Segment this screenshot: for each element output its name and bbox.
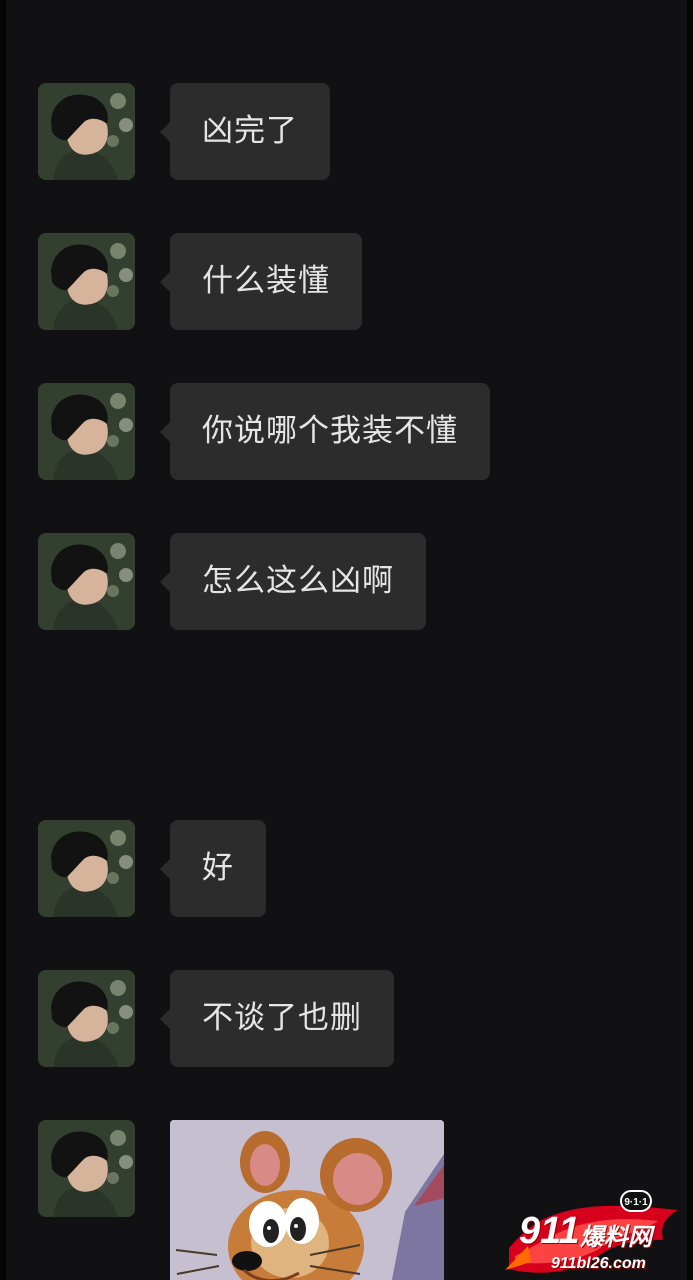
message-bubble[interactable]: 好 bbox=[160, 820, 266, 917]
contact-avatar[interactable] bbox=[38, 383, 135, 480]
sticker-image-message[interactable] bbox=[170, 1120, 444, 1280]
chat-screen: 凶完了 什么装懂 你说哪个我装不懂 怎么这么凶啊 好 不谈了也删 9·1·1 9… bbox=[0, 0, 693, 1280]
contact-avatar[interactable] bbox=[38, 970, 135, 1067]
contact-avatar[interactable] bbox=[38, 1120, 135, 1217]
watermark-name: 爆料网 bbox=[580, 1223, 652, 1251]
message-row: 你说哪个我装不懂 bbox=[0, 383, 693, 483]
contact-avatar[interactable] bbox=[38, 533, 135, 630]
message-bubble[interactable]: 凶完了 bbox=[160, 83, 330, 180]
avatar-photo bbox=[38, 233, 135, 330]
message-bubble[interactable]: 不谈了也删 bbox=[160, 970, 394, 1067]
contact-avatar[interactable] bbox=[38, 820, 135, 917]
avatar-photo bbox=[38, 83, 135, 180]
avatar-photo bbox=[38, 820, 135, 917]
contact-avatar[interactable] bbox=[38, 83, 135, 180]
message-row: 怎么这么凶啊 bbox=[0, 533, 693, 633]
message-row: 好 bbox=[0, 820, 693, 920]
message-row: 什么装懂 bbox=[0, 233, 693, 333]
watermark-logo: 9·1·1 911 爆料网 911bl26.com bbox=[503, 1190, 683, 1280]
avatar-photo bbox=[38, 1120, 135, 1217]
avatar-photo bbox=[38, 383, 135, 480]
avatar-photo bbox=[38, 970, 135, 1067]
watermark-number: 911 bbox=[519, 1210, 580, 1252]
message-bubble[interactable]: 什么装懂 bbox=[160, 233, 362, 330]
message-bubble[interactable]: 你说哪个我装不懂 bbox=[160, 383, 490, 480]
message-row: 不谈了也删 bbox=[0, 970, 693, 1070]
watermark-badge: 9·1·1 bbox=[620, 1190, 652, 1212]
watermark-domain: 911bl26.com bbox=[551, 1255, 646, 1272]
message-row: 凶完了 bbox=[0, 83, 693, 183]
avatar-photo bbox=[38, 533, 135, 630]
contact-avatar[interactable] bbox=[38, 233, 135, 330]
message-bubble[interactable]: 怎么这么凶啊 bbox=[160, 533, 426, 630]
cartoon-mouse-sticker bbox=[170, 1120, 444, 1280]
